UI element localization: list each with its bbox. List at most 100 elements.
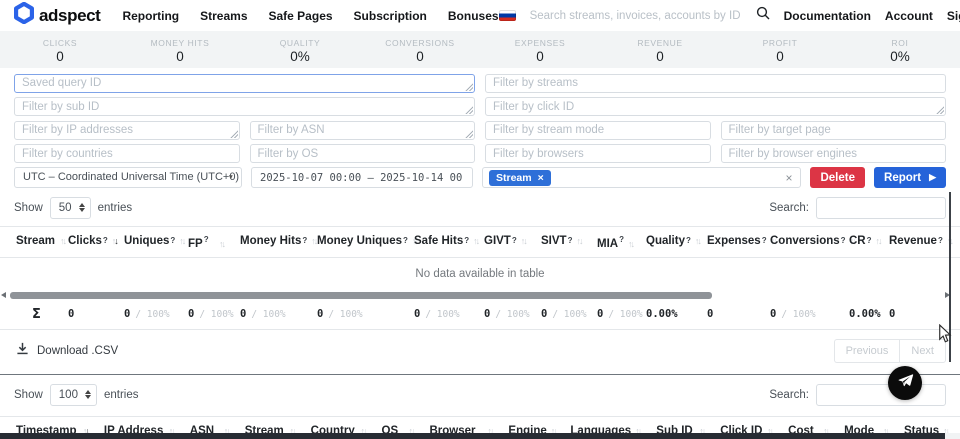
multiselect-clear-icon[interactable]: × (785, 171, 792, 185)
nav-item-account[interactable]: Account (885, 9, 933, 23)
column-header-quality[interactable]: Quality? (646, 235, 707, 250)
show-label: Show (14, 202, 43, 214)
timezone-select[interactable]: UTC – Coordinated Universal Time (UTC+0) (14, 167, 242, 188)
nav-item-sign-out[interactable]: Sign Out (947, 9, 960, 23)
column-header-stream[interactable]: Stream (16, 235, 68, 250)
nav-item-safe-pages[interactable]: Safe Pages (269, 9, 333, 23)
page-size-select[interactable]: 100 (50, 384, 97, 406)
summary-quality: 0.00% (646, 308, 707, 320)
nav-item-streams[interactable]: Streams (200, 9, 247, 23)
adspect-hexagon-icon (14, 2, 34, 29)
summary-revenue: 0 (889, 308, 953, 320)
brand-name: adspect (39, 6, 100, 26)
sort-icon (473, 236, 478, 246)
summary-safe-hits: 0/ 100% (414, 308, 484, 320)
previous-page-button[interactable]: Previous (834, 339, 900, 363)
group-by-multiselect[interactable]: Stream× × (482, 167, 801, 188)
stat-roi: ROI0% (840, 31, 960, 68)
filter-asn-input[interactable] (250, 121, 476, 140)
nav-item-subscription[interactable]: Subscription (354, 9, 427, 23)
filter-click-id-input[interactable] (485, 97, 946, 116)
filter-sub-id-input[interactable] (14, 97, 475, 116)
empty-table-message: No data available in table (0, 268, 960, 280)
report-table-search-input[interactable] (816, 197, 946, 219)
tag-remove-icon[interactable]: × (538, 172, 544, 184)
column-header-clicks[interactable]: Clicks? (68, 235, 124, 250)
column-header-expenses[interactable]: Expenses? (707, 235, 770, 250)
column-header-uniques[interactable]: Uniques? (124, 235, 188, 250)
column-header-cr[interactable]: CR? (849, 235, 889, 250)
sort-icon (179, 236, 184, 246)
scroll-left-arrow-icon[interactable] (1, 292, 6, 298)
summary-fp: 0/ 100% (188, 308, 240, 320)
telegram-icon (897, 372, 914, 394)
group-by-tag-stream[interactable]: Stream× (489, 170, 551, 186)
sort-icon (311, 236, 316, 246)
nav-item-documentation[interactable]: Documentation (784, 9, 871, 23)
column-header-sivt[interactable]: SIVT? (541, 235, 597, 250)
scrollbar-thumb[interactable] (0, 433, 945, 439)
summary-sivt: 0/ 100% (541, 308, 597, 320)
search-icon[interactable] (756, 6, 770, 25)
summary-expenses: 0 (707, 308, 770, 320)
date-range-input[interactable] (251, 167, 473, 188)
bottom-horizontal-scrollbar[interactable] (0, 433, 960, 439)
summary-givt: 0/ 100% (484, 308, 541, 320)
column-header-safe-hits[interactable]: Safe Hits? (414, 235, 484, 250)
column-header-mia[interactable]: MIA? (597, 235, 646, 250)
horizontal-scrollbar[interactable] (0, 291, 960, 300)
filter-ip-input[interactable] (14, 121, 240, 140)
clicks-table-search-input[interactable] (816, 384, 946, 406)
entries-label: entries (98, 202, 133, 214)
column-header-givt[interactable]: GIVT? (484, 235, 541, 250)
vertical-scrollbar[interactable] (949, 192, 951, 362)
report-button[interactable]: Report▶ (874, 167, 946, 188)
stat-revenue: REVENUE0 (600, 31, 720, 68)
page-size-select[interactable]: 50 (50, 197, 91, 219)
adspect-logo[interactable]: adspect (14, 2, 100, 29)
summary-clicks: 0 (68, 308, 124, 320)
sort-icon (219, 239, 224, 249)
filter-engines-input[interactable] (721, 144, 947, 163)
russia-flag-icon[interactable] (499, 10, 516, 21)
column-header-fp[interactable]: FP? (188, 235, 240, 250)
column-header-money-uniques[interactable]: Money Uniques? (317, 235, 414, 250)
filter-os-input[interactable] (250, 144, 476, 163)
stat-clicks: CLICKS0 (0, 31, 120, 68)
next-page-button[interactable]: Next (899, 339, 946, 363)
sort-icon (576, 236, 581, 246)
nav-item-bonuses[interactable]: Bonuses (448, 9, 499, 23)
column-header-money-hits[interactable]: Money Hits? (240, 235, 317, 250)
scrollbar-thumb[interactable] (10, 292, 712, 299)
stat-profit: PROFIT0 (720, 31, 840, 68)
filter-target-page-input[interactable] (721, 121, 947, 140)
filter-browsers-input[interactable] (485, 144, 711, 163)
nav-item-reporting[interactable]: Reporting (122, 9, 179, 23)
summary-sigma: Σ (16, 307, 68, 322)
column-header-conversions[interactable]: Conversions? (770, 235, 849, 250)
sort-icon (521, 236, 526, 246)
summary-money-hits: 0/ 100% (240, 308, 317, 320)
saved-query-id-input[interactable] (14, 74, 475, 93)
stat-quality: QUALITY0% (240, 31, 360, 68)
stats-bar: CLICKS0 MONEY HITS0 QUALITY0% CONVERSION… (0, 31, 960, 68)
download-icon (16, 342, 29, 360)
filter-countries-input[interactable] (14, 144, 240, 163)
stepper-icon (79, 203, 85, 212)
column-header-revenue[interactable]: Revenue? (889, 235, 953, 250)
entries-label: entries (104, 389, 139, 401)
filters-panel: UTC – Coordinated Universal Time (UTC+0)… (0, 68, 960, 188)
sort-icon (628, 239, 633, 249)
download-csv-button[interactable]: Download .CSV (16, 342, 118, 360)
stat-conversions: CONVERSIONS0 (360, 31, 480, 68)
report-table-header: Stream Clicks? Uniques? FP? Money Hits? … (0, 226, 960, 258)
summary-money-uniques: 0/ 100% (317, 308, 414, 320)
telegram-chat-button[interactable] (888, 366, 922, 400)
filter-streams-input[interactable] (485, 74, 946, 93)
summary-conversions: 0/ 100% (770, 308, 849, 320)
filter-stream-mode-input[interactable] (485, 121, 711, 140)
sort-icon (876, 236, 881, 246)
delete-button[interactable]: Delete (810, 167, 865, 188)
global-search-input[interactable] (530, 10, 742, 22)
summary-uniques: 0/ 100% (124, 308, 188, 320)
